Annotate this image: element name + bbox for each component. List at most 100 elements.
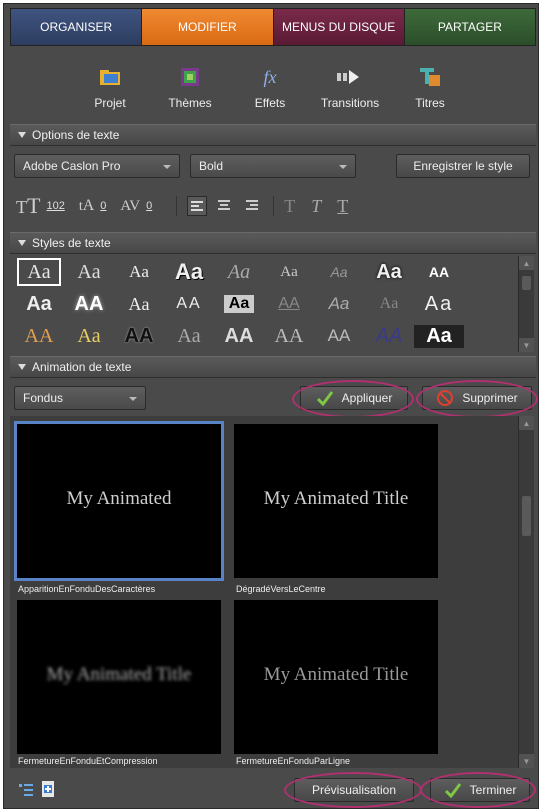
panel-footer: Prévisualisation Terminer [10, 772, 536, 808]
tab-organiser[interactable]: ORGANISER [11, 9, 143, 45]
section-title: Styles de texte [32, 236, 111, 250]
style-swatch[interactable]: AA [14, 325, 64, 348]
style-swatch[interactable]: AA [214, 325, 264, 348]
animation-scrollbar[interactable]: ▲ ▼ [518, 416, 534, 768]
scroll-up-icon[interactable]: ▲ [519, 416, 534, 430]
text-styles-header[interactable]: Styles de texte [10, 232, 536, 254]
animation-filter-select[interactable]: Fondus [14, 386, 146, 410]
tool-label: Projet [94, 96, 126, 110]
style-swatch[interactable]: AA [414, 264, 464, 280]
text-animation-header[interactable]: Animation de texte [10, 356, 536, 378]
style-swatch[interactable]: Aa [314, 264, 364, 280]
animation-thumbnail[interactable]: My Animated Title [17, 600, 221, 754]
animation-caption: ApparitionEnFonduDesCaractères [18, 584, 156, 594]
section-title: Animation de texte [32, 360, 132, 374]
divider [176, 196, 178, 216]
fx-icon: fx [263, 66, 277, 87]
style-swatch[interactable]: AA [164, 295, 214, 313]
preview-text: My Animated Title [263, 664, 409, 685]
edit-toolbar: Projet Thèmes fx Effets Transitions Titr… [10, 52, 536, 124]
tab-partager[interactable]: PARTAGER [404, 9, 535, 45]
align-right-icon[interactable] [243, 196, 263, 216]
highlight-oval [420, 772, 536, 808]
highlight-oval [416, 380, 538, 418]
themes-icon [177, 66, 203, 88]
text-options-header[interactable]: Options de texte [10, 124, 536, 146]
style-swatch[interactable]: Aa [314, 294, 364, 314]
tool-effets[interactable]: fx Effets [230, 52, 310, 124]
font-weight-select[interactable]: Bold [190, 154, 356, 178]
font-size-value[interactable]: 102 [46, 200, 64, 212]
style-swatch[interactable]: Aa [114, 262, 164, 282]
leading-icon: tA [78, 197, 95, 214]
font-size-icon: TT [16, 193, 41, 218]
style-swatch[interactable]: Aa [114, 294, 164, 315]
style-swatch[interactable]: Aa [64, 325, 114, 348]
style-swatch[interactable]: Aa [164, 325, 214, 348]
animation-thumbnails: My Animated ApparitionEnFonduDesCaractèr… [10, 416, 520, 768]
tool-titres[interactable]: Titres [390, 52, 470, 124]
section-title: Options de texte [32, 128, 120, 142]
scroll-thumb[interactable] [522, 496, 531, 536]
style-swatch[interactable]: Aa [264, 264, 314, 281]
style-swatch[interactable]: AA [364, 325, 414, 348]
animation-thumbnail[interactable]: My Animated Title [234, 600, 438, 754]
scroll-down-icon[interactable]: ▼ [519, 754, 534, 768]
tool-themes[interactable]: Thèmes [150, 52, 230, 124]
text-italic-icon[interactable]: T [311, 196, 321, 217]
text-styles-grid: Aa Aa Aa Aa Aa Aa Aa Aa AA Aa AA Aa AA A… [14, 256, 514, 352]
chevron-down-icon [339, 165, 347, 169]
tool-label: Transitions [320, 96, 380, 110]
style-swatch[interactable]: AA [114, 325, 164, 348]
font-family-select[interactable]: Adobe Caslon Pro [14, 154, 180, 178]
scroll-thumb[interactable] [522, 276, 531, 290]
style-swatch[interactable]: Aa [414, 324, 464, 348]
animation-caption: DégradéVersLeCentre [236, 584, 326, 594]
text-underline-icon[interactable]: T [337, 196, 348, 217]
style-swatch[interactable]: Aa [364, 295, 414, 313]
style-swatch[interactable]: Aa [224, 295, 254, 313]
folder-icon [97, 66, 123, 88]
animation-thumbnail[interactable]: My Animated [14, 421, 224, 581]
chevron-down-icon [129, 397, 137, 401]
style-swatch[interactable]: Aa [414, 293, 464, 316]
style-swatch[interactable]: AA [264, 295, 314, 313]
preview-text: My Animated Title [46, 664, 192, 685]
add-file-icon[interactable] [40, 780, 56, 801]
scroll-up-icon[interactable]: ▲ [519, 256, 534, 270]
preview-text: My Animated Title [263, 488, 409, 509]
style-swatch[interactable]: Aa [17, 258, 61, 286]
style-swatch[interactable]: AA [314, 326, 364, 346]
style-swatch[interactable]: Aa [14, 293, 64, 316]
divider [273, 196, 275, 216]
tool-label: Effets [254, 96, 286, 110]
tab-modifier[interactable]: MODIFIER [142, 9, 274, 45]
main-tabs: ORGANISER MODIFIER MENUS DU DISQUE PARTA… [10, 8, 536, 46]
kerning-value[interactable]: 0 [146, 200, 152, 212]
leading-value[interactable]: 0 [100, 200, 106, 212]
style-swatch[interactable]: Aa [214, 261, 264, 284]
preview-text: My Animated [66, 488, 172, 509]
align-left-icon[interactable] [187, 196, 208, 216]
tool-transitions[interactable]: Transitions [310, 52, 390, 124]
scroll-down-icon[interactable]: ▼ [519, 338, 534, 352]
style-swatch[interactable]: AA [264, 325, 314, 348]
tool-projet[interactable]: Projet [70, 52, 150, 124]
text-panel: ORGANISER MODIFIER MENUS DU DISQUE PARTA… [3, 3, 539, 809]
save-style-button[interactable]: Enregistrer le style [396, 154, 530, 178]
text-normal-icon[interactable]: T [284, 196, 295, 217]
tool-label: Titres [415, 96, 445, 110]
animation-thumbnail[interactable]: My Animated Title [234, 424, 438, 578]
weight-value: Bold [199, 159, 224, 173]
style-swatch[interactable]: Aa [64, 261, 114, 284]
style-row: Aa Aa Aa Aa Aa Aa Aa Aa AA [14, 256, 514, 288]
style-swatch[interactable]: Aa [164, 259, 214, 285]
style-swatch[interactable]: Aa [364, 261, 414, 284]
text-format-row: TT 102 tA 0 AV 0 T T T [16, 191, 536, 221]
tree-view-icon[interactable] [18, 782, 34, 801]
align-center-icon[interactable] [215, 196, 235, 216]
style-swatch[interactable]: AA [64, 293, 114, 316]
animation-caption: FermetureEnFonduEtCompression [18, 756, 158, 766]
styles-scrollbar[interactable]: ▲ ▼ [518, 256, 534, 352]
tab-menus-du-disque[interactable]: MENUS DU DISQUE [273, 9, 405, 45]
